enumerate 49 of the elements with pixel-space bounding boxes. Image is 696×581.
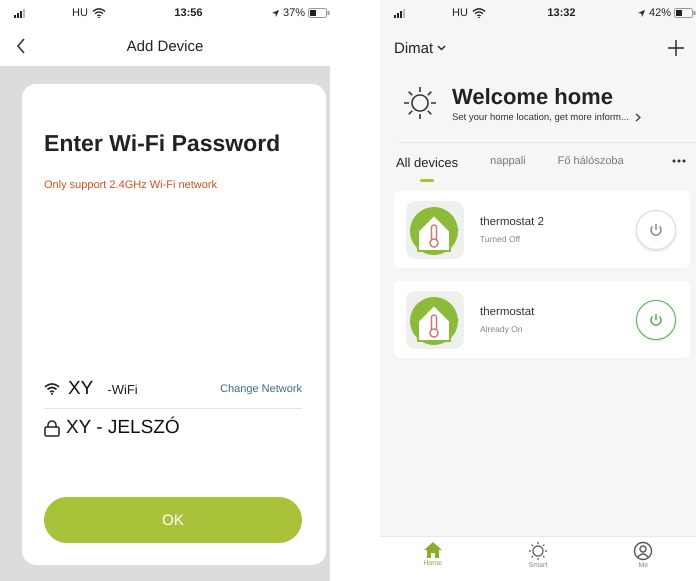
- device-card[interactable]: thermostat Already On: [394, 281, 690, 358]
- device-status: Already On: [480, 324, 524, 334]
- battery-percent: 42%: [648, 7, 671, 19]
- location-arrow-icon: [636, 8, 646, 18]
- power-button[interactable]: [636, 300, 676, 340]
- network-name: XY: [68, 378, 94, 400]
- power-icon: [649, 222, 663, 236]
- sun-icon: [528, 541, 548, 561]
- screen-title: Add Device: [126, 38, 204, 54]
- warning-text: Only support 2.4GHz Wi-Fi network: [44, 179, 218, 191]
- room-tab[interactable]: All devices: [396, 155, 458, 182]
- more-icon[interactable]: [672, 159, 686, 163]
- chevron-down-icon: [437, 45, 446, 51]
- battery-percent: 37%: [282, 7, 305, 19]
- battery-icon: [308, 8, 330, 18]
- device-card[interactable]: thermostat 2 Turned Off: [394, 191, 690, 268]
- dialog-title: Enter Wi-Fi Password: [44, 130, 282, 157]
- thermostat-house-icon: [406, 290, 464, 348]
- lock-icon: [44, 420, 60, 436]
- device-status: Turned Off: [480, 234, 522, 244]
- location-arrow-icon: [270, 8, 280, 18]
- thermostat-house-icon: [406, 200, 464, 258]
- device-name: thermostat: [480, 306, 534, 318]
- home-icon: [422, 541, 443, 559]
- back-icon[interactable]: [16, 38, 26, 54]
- device-name: thermostat 2: [480, 216, 544, 228]
- wifi-icon: [44, 383, 60, 395]
- wifi-icon: [472, 8, 486, 18]
- password-field[interactable]: XY - JELSZÓ: [66, 417, 180, 439]
- carrier-label: HU: [72, 7, 88, 19]
- room-tab[interactable]: nappali: [490, 155, 526, 179]
- wifi-icon: [92, 8, 106, 18]
- profile-icon: [633, 541, 654, 561]
- home-selector[interactable]: Dimat: [394, 40, 446, 56]
- add-icon[interactable]: [668, 40, 684, 56]
- clock-time: 13:56: [174, 7, 202, 19]
- battery-icon: [674, 8, 696, 18]
- clock-time: 13:32: [547, 7, 576, 19]
- network-suffix: -WiFi: [107, 382, 138, 396]
- signal-icon: [394, 8, 408, 18]
- carrier-label: HU: [452, 7, 468, 19]
- sun-icon: [402, 85, 438, 121]
- room-tab[interactable]: Fő hálószoba: [558, 155, 624, 179]
- power-icon: [649, 312, 663, 326]
- location-prompt-link[interactable]: Set your home location, get more inform...: [452, 112, 629, 122]
- change-network-link[interactable]: Change Network: [220, 383, 302, 395]
- chevron-right-icon: [634, 112, 641, 122]
- signal-icon: [14, 8, 28, 18]
- welcome-title: Welcome home: [452, 84, 614, 110]
